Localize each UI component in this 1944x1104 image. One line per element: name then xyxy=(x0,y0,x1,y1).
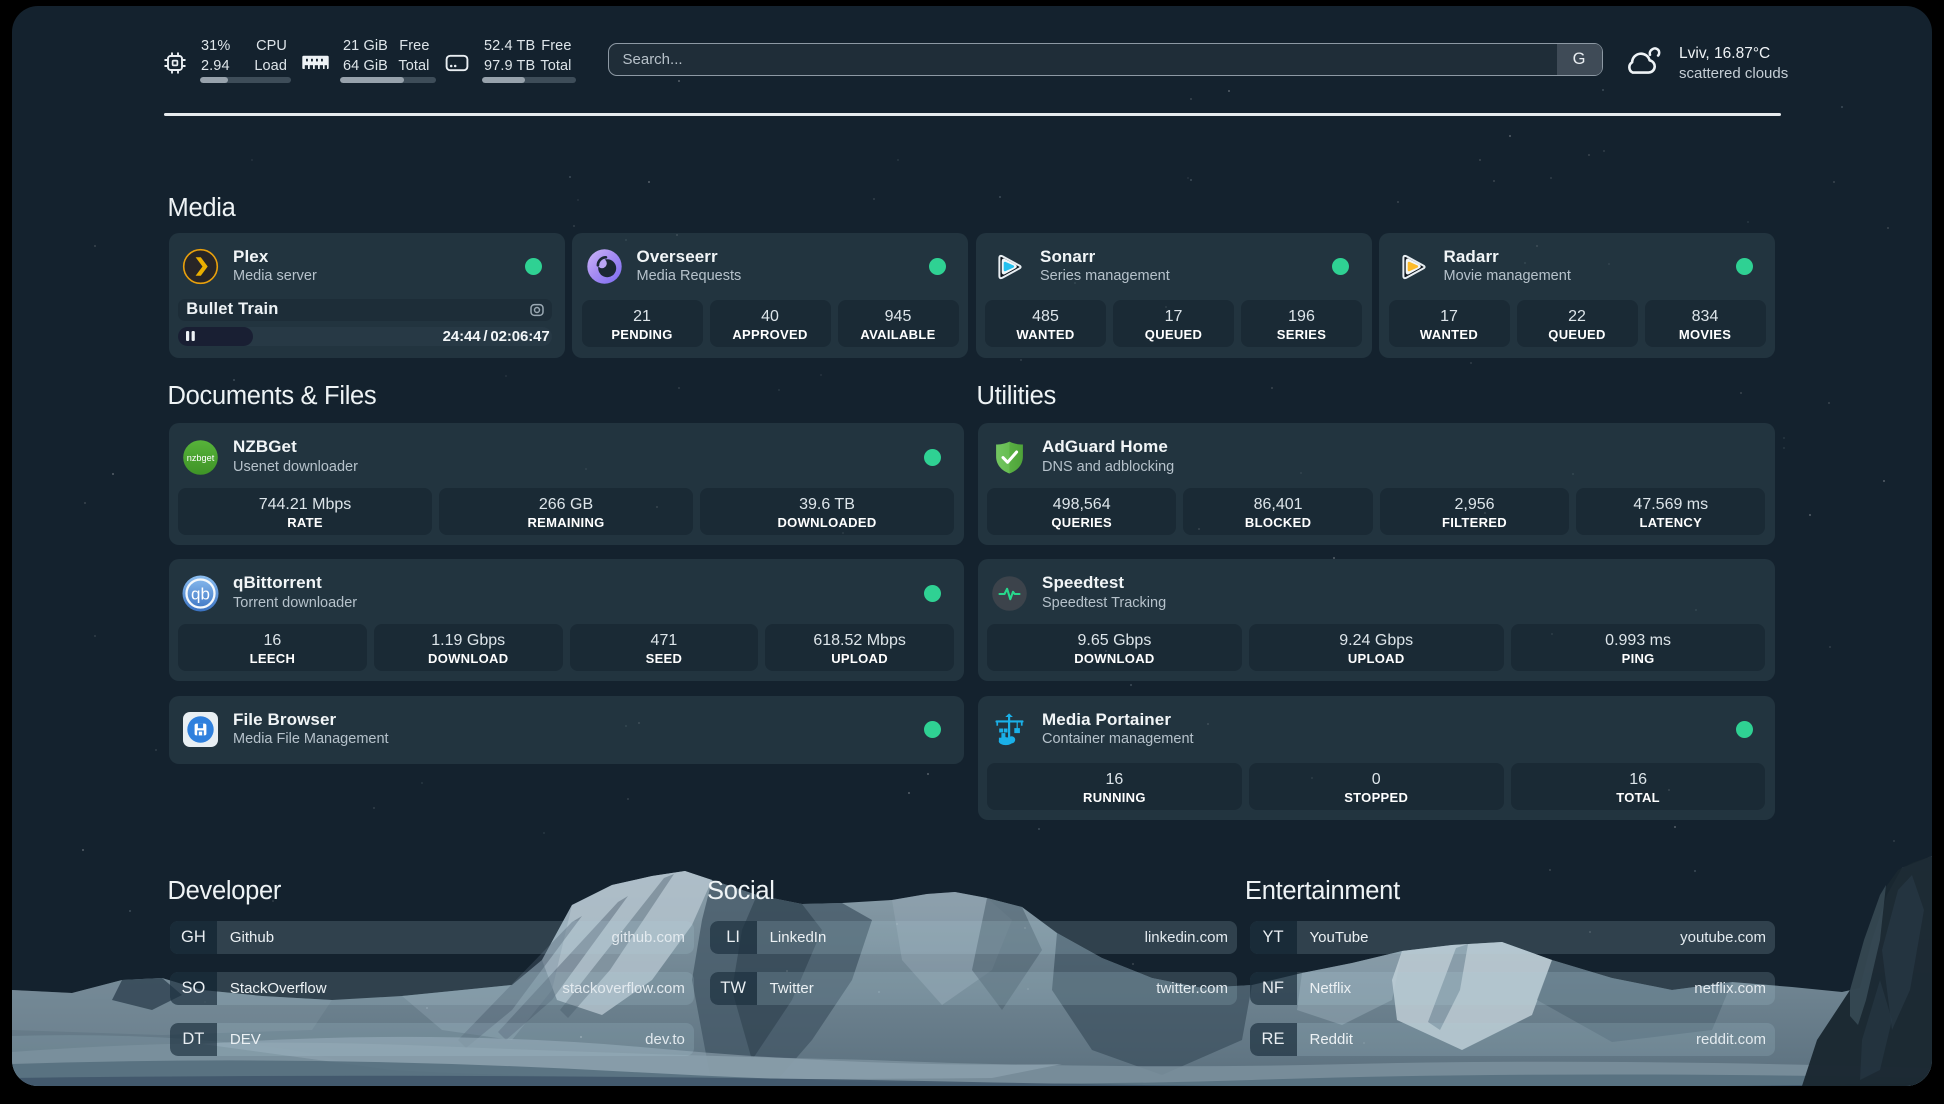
svg-text:nzbget: nzbget xyxy=(187,453,215,463)
svg-text:qb: qb xyxy=(191,584,210,603)
